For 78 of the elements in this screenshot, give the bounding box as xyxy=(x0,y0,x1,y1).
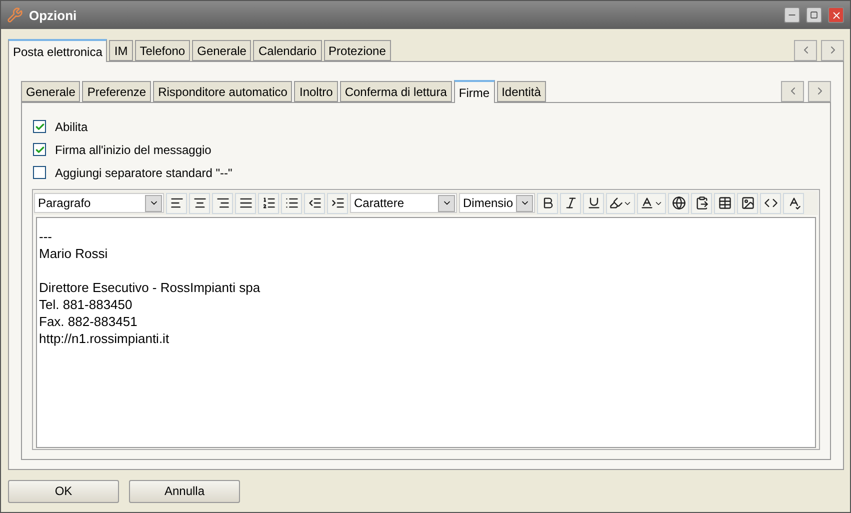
bullet-list-button[interactable] xyxy=(281,192,302,214)
spellcheck-button[interactable] xyxy=(783,192,804,214)
text-color-icon xyxy=(640,196,654,210)
signature-text-area[interactable]: --- Mario Rossi Direttore Esecutivo - RossImpianti spa Tel. 881-883450 Fax. 882-883451 http://n1.rossimpianti.it xyxy=(36,217,816,448)
tab[interactable]: Firme xyxy=(454,80,495,103)
scroll-right-button[interactable] xyxy=(808,80,831,102)
dialog-button[interactable]: OK xyxy=(8,480,119,502)
tab[interactable]: Inoltro xyxy=(294,81,338,102)
indent-icon xyxy=(330,196,344,210)
align-center-button[interactable] xyxy=(189,192,210,214)
align-right-button[interactable] xyxy=(212,192,233,214)
dialog-button[interactable]: Annulla xyxy=(129,480,240,502)
indent-button[interactable] xyxy=(327,192,348,214)
minimize-button[interactable] xyxy=(784,7,800,23)
bold-button[interactable] xyxy=(537,192,558,214)
tab[interactable]: IM xyxy=(109,40,133,61)
code-icon xyxy=(764,196,778,210)
signature-line: http://n1.rossimpianti.it xyxy=(39,330,170,347)
scroll-left-button[interactable] xyxy=(781,80,804,102)
checkbox[interactable] xyxy=(33,143,46,156)
table-icon xyxy=(718,196,732,210)
globe-button[interactable] xyxy=(668,192,689,214)
tab[interactable]: Calendario xyxy=(253,40,322,61)
image-button[interactable] xyxy=(737,192,758,214)
outdent-button[interactable] xyxy=(304,192,325,214)
tab[interactable]: Telefono xyxy=(134,40,190,61)
close-icon xyxy=(830,10,842,20)
tab[interactable]: Identità xyxy=(496,81,546,102)
clipboard-button[interactable] xyxy=(691,192,712,214)
numbered-list-icon xyxy=(262,196,276,210)
signature-line: Mario Rossi xyxy=(39,245,109,262)
align-center-icon xyxy=(192,196,206,210)
close-button[interactable] xyxy=(828,7,844,23)
signature-line: --- xyxy=(39,228,53,245)
wrench-icon xyxy=(7,7,23,23)
dropdown[interactable]: Carattere xyxy=(350,193,457,213)
signature-line: Tel. 881-883450 xyxy=(39,296,134,313)
underline-icon xyxy=(586,196,600,210)
globe-icon xyxy=(672,196,686,210)
checkbox-label: Aggiungi separatore standard "--" xyxy=(55,166,232,180)
code-button[interactable] xyxy=(760,192,781,214)
signature-line: Fax. 882-883451 xyxy=(39,313,138,330)
align-justify-icon xyxy=(238,196,252,210)
tab[interactable]: Preferenze xyxy=(82,81,152,102)
tab[interactable]: Generale xyxy=(21,81,80,102)
image-icon xyxy=(740,196,754,210)
align-right-icon xyxy=(216,196,230,210)
checkbox-label: Firma all'inizio del messaggio xyxy=(55,142,212,156)
align-left-button[interactable] xyxy=(166,192,187,214)
checkbox-label: Abilita xyxy=(55,120,88,134)
checkbox[interactable] xyxy=(33,120,46,133)
signature-line: Direttore Esecutivo - RossImpianti spa xyxy=(39,279,262,296)
outdent-icon xyxy=(308,196,322,210)
italic-icon xyxy=(564,196,578,210)
text-color-button[interactable] xyxy=(637,192,666,214)
tab[interactable]: Protezione xyxy=(324,40,391,61)
tab[interactable]: Generale xyxy=(192,40,252,61)
dropdown[interactable]: Paragrafo xyxy=(34,193,164,213)
scroll-right-button[interactable] xyxy=(821,40,844,60)
scroll-left-button[interactable] xyxy=(794,40,817,60)
checkbox[interactable] xyxy=(33,166,46,179)
align-left-icon xyxy=(170,196,184,210)
tab[interactable]: Posta elettronica xyxy=(8,39,108,62)
table-button[interactable] xyxy=(714,192,735,214)
maximize-button[interactable] xyxy=(806,7,822,23)
highlighter-icon xyxy=(609,196,623,210)
numbered-list-button[interactable] xyxy=(258,192,279,214)
clipboard-icon xyxy=(694,196,708,210)
bullet-list-icon xyxy=(284,196,298,210)
italic-button[interactable] xyxy=(560,192,581,214)
tab[interactable]: Conferma di lettura xyxy=(340,81,452,102)
underline-button[interactable] xyxy=(583,192,604,214)
tab[interactable]: Risponditore automatico xyxy=(153,81,292,102)
window-title: Opzioni xyxy=(29,8,78,22)
dropdown[interactable]: Dimensio xyxy=(459,193,535,213)
maximize-icon xyxy=(810,11,818,19)
highlight-button[interactable] xyxy=(606,192,635,214)
align-justify-button[interactable] xyxy=(235,192,256,214)
